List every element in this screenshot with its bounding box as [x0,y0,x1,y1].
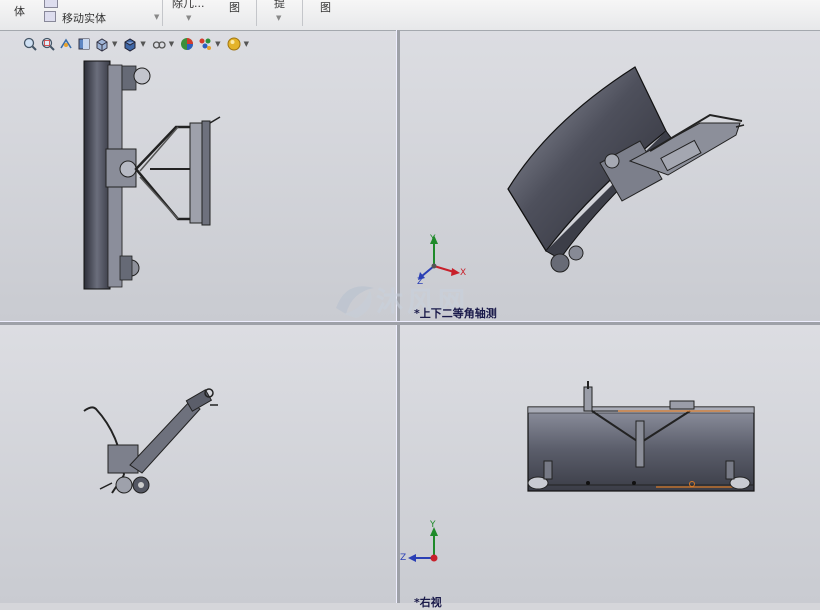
chevron-down-icon[interactable]: ▼ [276,14,281,22]
command-ribbon: 体 移动实体 ▼ 除几... ▼ 图 提 ▼ 图 [0,0,820,31]
watermark-swirl-icon [336,286,374,318]
ribbon-separator [256,0,257,26]
ribbon-item-view-2[interactable]: 图 [320,0,331,15]
model-top-view[interactable] [0,325,396,603]
ribbon-item-solid[interactable]: 体 [14,3,25,19]
ribbon-separator [162,0,163,26]
ribbon-item-delete[interactable]: 除几... [172,0,205,11]
view-label-right: *右视 [414,596,442,609]
axis-z-label: Z [400,553,407,563]
view-label-isometric: *上下二等角轴测 [414,307,497,320]
ribbon-item-extract[interactable]: 提 [274,0,285,11]
ribbon-item-move-body[interactable]: 移动实体 [62,10,106,26]
axis-x-label: X [460,268,467,278]
model-right-view[interactable] [400,325,820,603]
move-body-icon[interactable] [44,11,56,22]
ribbon-separator [302,0,303,26]
chevron-down-icon[interactable]: ▼ [186,14,191,22]
ribbon-icon[interactable] [44,0,58,8]
ribbon-item-view-1[interactable]: 图 [229,0,240,15]
axis-y-label: Y [430,520,436,530]
chevron-down-icon[interactable]: ▼ [154,13,159,21]
axis-y-label: Y [430,234,436,244]
axis-triad-right [408,527,438,562]
